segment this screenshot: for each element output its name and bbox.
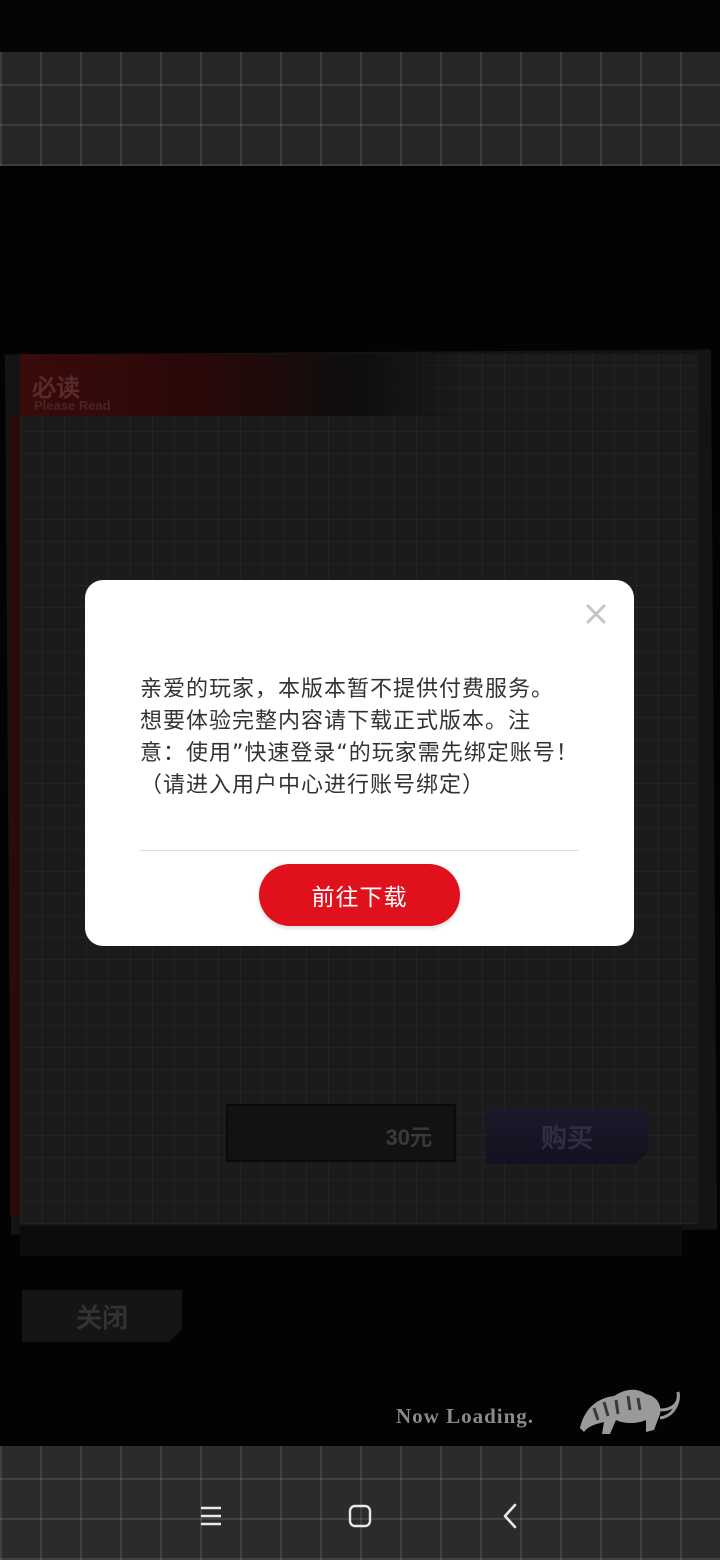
price-value: 30元 — [385, 1125, 432, 1150]
loading-text: Now Loading. — [396, 1404, 535, 1428]
recents-button[interactable] — [189, 1496, 233, 1536]
payment-notice-dialog: 亲爱的玩家，本版本暂不提供付费服务。 想要体验完整内容请下载正式版本。注 意：使… — [85, 580, 634, 946]
back-icon — [503, 1503, 517, 1529]
dialog-message: 亲爱的玩家，本版本暂不提供付费服务。 想要体验完整内容请下载正式版本。注 意：使… — [140, 677, 579, 798]
paper-under-strip — [20, 1226, 682, 1256]
home-icon — [348, 1504, 372, 1528]
close-panel-label: 关闭 — [75, 1303, 128, 1334]
price-box: 30元 — [226, 1104, 456, 1162]
close-panel-button[interactable]: 关闭 — [22, 1290, 182, 1342]
close-icon — [586, 604, 606, 624]
dialog-divider — [140, 850, 579, 851]
menu-icon — [201, 1506, 221, 1526]
top-grid-band — [0, 52, 720, 166]
download-button[interactable]: 前往下载 — [259, 864, 460, 926]
must-read-subtitle: Please Read — [34, 398, 111, 413]
tiger-icon — [580, 1389, 680, 1434]
download-label: 前往下载 — [311, 885, 408, 911]
buy-button[interactable]: 购买 — [486, 1108, 648, 1164]
buy-label: 购买 — [540, 1123, 593, 1154]
red-edge — [10, 416, 20, 1216]
home-button[interactable] — [338, 1496, 382, 1536]
screen: 必读 Please Read 30元 购买 关闭 Now Loading. 亲爱… — [0, 0, 720, 1560]
dialog-close-button[interactable] — [580, 598, 612, 630]
back-button[interactable] — [488, 1496, 532, 1536]
system-nav-bar — [0, 1480, 720, 1552]
